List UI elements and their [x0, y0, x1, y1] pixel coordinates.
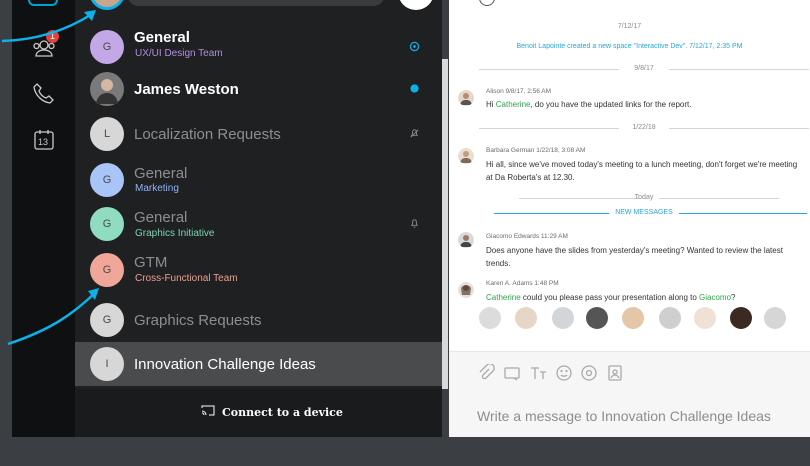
cast-icon: [201, 405, 215, 416]
space-title: James Weston: [134, 81, 239, 98]
system-date: 7/12/17: [617, 23, 642, 30]
message-body: Hi all, since we've moved today's meetin…: [486, 160, 798, 182]
space-row-localization[interactable]: L Localization Requests: [75, 113, 442, 155]
read-receipt-avatar[interactable]: [730, 307, 752, 329]
muted-bell-icon: [410, 129, 419, 138]
teams-button[interactable]: 1: [31, 30, 59, 62]
attach-icon: [479, 363, 495, 380]
space-avatar: G: [90, 163, 124, 197]
avatar: [458, 90, 474, 106]
read-receipt-avatar[interactable]: [552, 307, 574, 329]
message-meta: Giacomo Edwards 11:29 AM: [486, 233, 568, 240]
whiteboard-icon: [504, 367, 520, 381]
space-row-james-weston[interactable]: James Weston: [75, 68, 442, 110]
space-info-icon[interactable]: [479, 0, 495, 6]
space-title: Localization Requests: [134, 126, 281, 143]
space-title: General: [134, 29, 190, 46]
mention-button[interactable]: [580, 364, 598, 382]
composer: Write a message to Innovation Challenge …: [449, 351, 810, 437]
space-title: General: [134, 165, 188, 182]
read-receipt-avatar[interactable]: [479, 307, 501, 329]
space-row-general-uxui[interactable]: G General UX/UI Design Team: [75, 26, 442, 68]
person-avatar: [90, 72, 124, 106]
mention-indicator-icon: [409, 41, 420, 52]
space-row-innovation[interactable]: I Innovation Challenge Ideas: [75, 342, 442, 386]
whiteboard-button[interactable]: [503, 364, 521, 382]
meetings-button[interactable]: 13: [31, 127, 57, 153]
message-body: Catherine could you please pass your pre…: [486, 293, 736, 302]
message-meta: Karen A. Adams 1:48 PM: [486, 280, 559, 287]
unread-dot-icon: [410, 84, 419, 93]
date-divider: 1/22/18: [479, 123, 809, 133]
space-title: GTM: [134, 254, 168, 271]
format-icon: [531, 367, 546, 379]
space-subtitle: UX/UI Design Team: [135, 48, 223, 59]
avatar: [458, 282, 474, 298]
space-title: General: [134, 209, 188, 226]
connect-device-label: Connect to a device: [222, 406, 343, 419]
space-list-scrollbar[interactable]: [442, 59, 448, 389]
message-meta: Barbara German 1/22/18, 3:08 AM: [486, 147, 586, 154]
connect-device-button[interactable]: Connect to a device: [75, 389, 442, 437]
phone-icon: [33, 83, 54, 104]
space-row-general-graphics[interactable]: G General Graphics Initiative: [75, 203, 442, 245]
messaging-tab-indicator[interactable]: [28, 0, 58, 6]
message-body: Hi Catherine, do you have the updated li…: [486, 100, 692, 109]
emoji-icon: [556, 365, 572, 381]
mention-link[interactable]: Catherine: [486, 293, 521, 302]
message-input[interactable]: Write a message to Innovation Challenge …: [477, 408, 771, 424]
format-button[interactable]: [529, 364, 547, 382]
emoji-button[interactable]: [555, 364, 573, 382]
chat-pane: 7/12/17 Benoit Lapointe created a new sp…: [449, 0, 810, 437]
contact-button[interactable]: [606, 364, 624, 382]
calls-button[interactable]: [31, 80, 57, 106]
space-avatar: G: [90, 207, 124, 241]
space-row-graphics-requests[interactable]: G Graphics Requests: [75, 299, 442, 341]
mention-link[interactable]: Giacomo: [699, 293, 731, 302]
avatar: [458, 148, 474, 164]
read-receipt-avatar[interactable]: [764, 307, 786, 329]
read-receipt-avatar[interactable]: [622, 307, 644, 329]
read-receipt-avatar[interactable]: [515, 307, 537, 329]
space-avatar: G: [90, 30, 124, 64]
message-meta: Alison 9/8/17, 2:56 AM: [486, 88, 552, 95]
avatar: [458, 232, 474, 248]
space-subtitle: Cross-Functional Team: [135, 273, 238, 284]
space-title: Graphics Requests: [134, 312, 262, 329]
space-row-gtm[interactable]: G GTM Cross-Functional Team: [75, 249, 442, 291]
person-photo-icon: [96, 79, 118, 104]
space-avatar: G: [90, 303, 124, 337]
read-receipt-avatar[interactable]: [586, 307, 608, 329]
calendar-day: 13: [38, 137, 49, 147]
space-subtitle: Marketing: [135, 183, 179, 194]
notification-badge: 1: [46, 30, 59, 43]
search-input[interactable]: [127, 0, 385, 6]
message-body: Does anyone have the slides from yesterd…: [486, 246, 783, 268]
new-messages-divider: NEW MESSAGES: [479, 208, 809, 218]
my-avatar[interactable]: [89, 0, 125, 10]
space-row-general-marketing[interactable]: G General Marketing: [75, 159, 442, 201]
date-divider: Today: [479, 193, 809, 203]
space-avatar: L: [90, 117, 124, 151]
space-avatar: I: [90, 347, 124, 381]
date-divider: 9/8/17: [479, 64, 809, 74]
space-avatar: G: [90, 253, 124, 287]
attach-button[interactable]: [477, 363, 495, 382]
spaces-panel: G General UX/UI Design Team James Weston…: [75, 0, 442, 437]
mention-icon: [581, 365, 597, 381]
new-space-button[interactable]: [398, 0, 434, 10]
nav-rail: 1 13: [12, 0, 75, 437]
space-subtitle: Graphics Initiative: [135, 228, 215, 239]
system-event: Benoit Lapointe created a new space "Int…: [516, 43, 743, 50]
bell-icon: [410, 219, 419, 228]
read-receipt-avatar[interactable]: [694, 307, 716, 329]
mention-link[interactable]: Catherine: [496, 100, 531, 109]
contact-icon: [608, 365, 622, 381]
space-title: Innovation Challenge Ideas: [134, 356, 316, 373]
read-receipt-avatar[interactable]: [659, 307, 681, 329]
